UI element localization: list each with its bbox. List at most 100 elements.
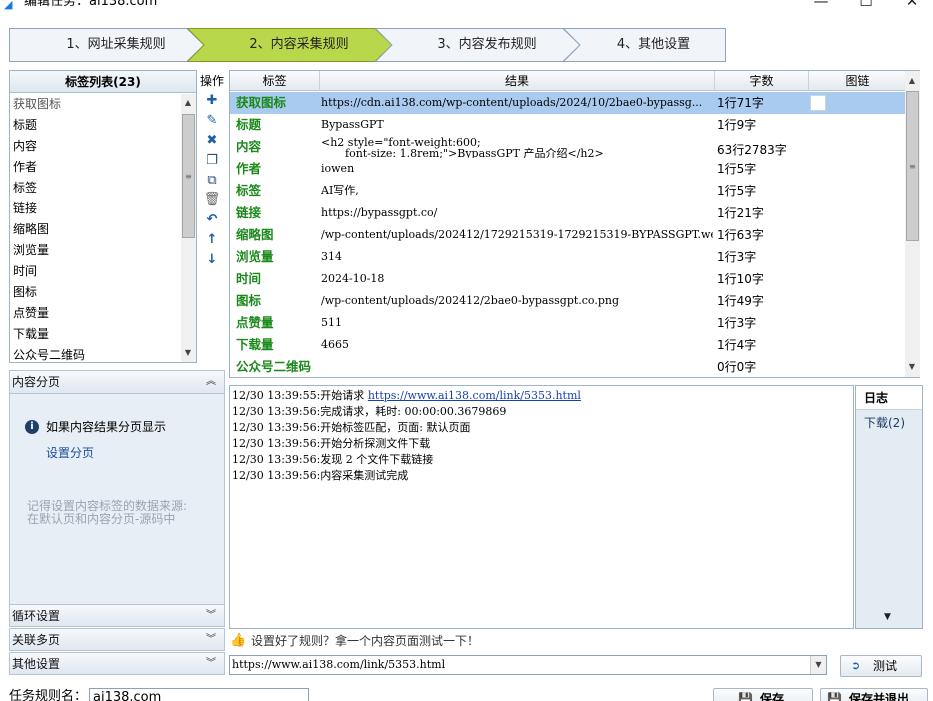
maximize-button[interactable]: ☐ xyxy=(851,0,881,10)
log-line: 12/30 13:39:56:开始标签匹配，页面: 默认页面 xyxy=(232,420,471,436)
tag-list-item[interactable]: 标题 xyxy=(12,115,180,136)
loop-settings-bar[interactable]: 循环设置 ︾ xyxy=(9,604,225,627)
tag-list-item[interactable]: 图标 xyxy=(12,282,180,303)
result-tag-cell: 缩略图 xyxy=(236,227,274,242)
log-line-text: 12/30 13:39:55:开始请求 xyxy=(232,389,368,402)
col-header-pic-link[interactable]: 图链 xyxy=(809,71,906,91)
step-tab-url-rules[interactable]: 1、网址采集规则 xyxy=(9,28,205,62)
close-button[interactable]: ✕ xyxy=(897,0,927,10)
pager-section-body: i 如果内容结果分页显示 设置分页 记得设置内容标签的数据来源: 在默认页和内容… xyxy=(9,394,225,605)
result-value-cell: https://bypassgpt.co/ xyxy=(321,206,438,219)
tab-log[interactable]: 日志 xyxy=(856,386,922,410)
log-line-text: 12/30 13:39:56:完成请求，耗时: 00:00:00.3679869 xyxy=(232,405,507,418)
test-button[interactable]: ➲ 测试 xyxy=(840,655,922,677)
tag-list-item[interactable]: 链接 xyxy=(12,198,180,219)
info-icon: i xyxy=(25,420,39,434)
tag-list-item[interactable]: 内容 xyxy=(12,136,180,157)
scroll-down-arrow-icon[interactable]: ▼ xyxy=(905,360,919,374)
operations-column: 操作 ✚ ✎ ✖ ❐ ⧉ 🗑 ↶ ↑ ↓ xyxy=(198,70,226,363)
result-count-cell: 1行49字 xyxy=(717,294,764,308)
scroll-up-arrow-icon[interactable]: ▲ xyxy=(905,74,919,88)
log-request-link[interactable]: https://www.ai138.com/link/5353.html xyxy=(368,389,581,402)
tag-list-item[interactable]: 点赞量 xyxy=(12,303,180,324)
col-header-tag[interactable]: 标签 xyxy=(230,71,320,91)
move-up-icon[interactable]: ↑ xyxy=(203,231,221,249)
result-count-cell: 1行21字 xyxy=(717,206,764,220)
loop-settings-label: 循环设置 xyxy=(12,609,61,623)
task-name-input[interactable]: ai138.com xyxy=(89,688,309,701)
result-tag-cell: 获取图标 xyxy=(236,95,287,110)
result-row[interactable]: 标题 BypassGPT 1行9字 xyxy=(230,114,906,136)
tag-list-item[interactable]: 获取图标 xyxy=(12,94,180,115)
tag-list-item[interactable]: 时间 xyxy=(12,261,180,282)
tag-list-scrollbar[interactable]: ▲ ≡ ▼ xyxy=(181,94,196,362)
tag-list-item[interactable]: 浏览量 xyxy=(12,240,180,261)
result-value-cell: /wp-content/uploads/202412/1729215319-17… xyxy=(321,228,713,241)
result-row[interactable]: 时间 2024-10-18 1行10字 xyxy=(230,268,906,290)
result-tag-cell: 图标 xyxy=(236,293,262,308)
save-button[interactable]: 💾 保存 xyxy=(713,688,813,701)
add-icon[interactable]: ✚ xyxy=(203,92,221,110)
move-down-icon[interactable]: ↓ xyxy=(203,251,221,269)
result-row[interactable]: 标签 AI写作, 1行5字 xyxy=(230,180,906,202)
result-row[interactable]: 点赞量 511 1行3字 xyxy=(230,312,906,334)
chevron-down-icon: ︾ xyxy=(206,658,216,669)
result-row[interactable]: 公众号二维码 0行0字 xyxy=(230,356,906,377)
bottom-bar: 任务规则名： ai138.com 💾 保存 💾 保存并退出 xyxy=(0,684,933,701)
result-count-cell: 1行5字 xyxy=(717,162,757,176)
chevron-down-icon[interactable]: ▼ xyxy=(810,656,826,674)
edit-icon[interactable]: ✎ xyxy=(203,112,221,130)
tab-download[interactable]: 下载(2) xyxy=(864,414,905,432)
log-line: 12/30 13:39:56:开始分析探测文件下载 xyxy=(232,436,430,452)
chevron-down-icon: ︾ xyxy=(206,610,216,621)
result-value-cell: 4665 xyxy=(321,338,349,351)
step-tab-other-settings[interactable]: 4、其他设置 xyxy=(563,28,726,62)
tag-list-item[interactable]: 标签 xyxy=(12,178,180,199)
paste-icon[interactable]: ⧉ xyxy=(203,172,221,190)
minimize-button[interactable]: — xyxy=(806,0,836,10)
col-header-result[interactable]: 结果 xyxy=(320,71,715,91)
task-name-label: 任务规则名： xyxy=(9,689,88,701)
scroll-thumb[interactable]: ≡ xyxy=(182,114,195,238)
scroll-down-arrow-icon[interactable]: ▼ xyxy=(181,346,195,360)
log-line-text: 12/30 13:39:56:发现 2 个文件下载链接 xyxy=(232,453,434,466)
result-grid-scrollbar[interactable]: ▲ ≡ ▼ xyxy=(905,71,920,377)
tag-list-item[interactable]: 公众号二维码 xyxy=(12,345,180,362)
trash-icon[interactable]: 🗑 xyxy=(203,191,221,209)
set-pager-link[interactable]: 设置分页 xyxy=(46,444,94,462)
step-tabs: 1、网址采集规则 2、内容采集规则 3、内容发布规则 4、其他设置 xyxy=(9,28,726,62)
result-row[interactable]: 下载量 4665 1行4字 xyxy=(230,334,906,356)
result-count-cell: 1行3字 xyxy=(717,316,757,330)
result-tag-cell: 浏览量 xyxy=(236,249,274,264)
result-row[interactable]: 浏览量 314 1行3字 xyxy=(230,246,906,268)
test-button-label: 测试 xyxy=(873,659,898,673)
step-tab-publish-rules[interactable]: 3、内容发布规则 xyxy=(375,28,581,62)
result-row[interactable]: 缩略图/wp-content/uploads/202412/1729215319… xyxy=(230,224,906,246)
copy-icon[interactable]: ❐ xyxy=(203,152,221,170)
result-count-cell: 0行0字 xyxy=(717,360,757,374)
result-value-cell: https://cdn.ai138.com/wp-content/uploads… xyxy=(321,96,703,109)
panel-scroll-down-icon[interactable]: ▼ xyxy=(884,612,891,622)
scroll-thumb[interactable]: ≡ xyxy=(906,91,919,241)
save-exit-button[interactable]: 💾 保存并退出 xyxy=(820,688,928,701)
related-pages-bar[interactable]: 关联多页 ︾ xyxy=(9,628,225,651)
result-row[interactable]: 内容 <h2 style="font-weight:600; font-size: … xyxy=(230,136,906,158)
delete-icon[interactable]: ✖ xyxy=(203,132,221,150)
pager-section-header[interactable]: 内容分页 ︽ xyxy=(9,370,225,394)
result-row[interactable]: 图标/wp-content/uploads/202412/2bae0-bypas… xyxy=(230,290,906,312)
test-url-input[interactable]: https://www.ai138.com/link/5353.html xyxy=(229,655,827,675)
col-header-count[interactable]: 字数 xyxy=(715,71,809,91)
undo-icon[interactable]: ↶ xyxy=(203,211,221,229)
step-tab-content-rules[interactable]: 2、内容采集规则 xyxy=(187,28,393,62)
other-settings-bar[interactable]: 其他设置 ︾ xyxy=(9,652,225,675)
result-value-cell: 511 xyxy=(321,316,342,329)
result-row[interactable]: 链接 https://bypassgpt.co/1行21字 xyxy=(230,202,906,224)
result-row[interactable]: 获取图标 https://cdn.ai138.com/wp-content/upl… xyxy=(230,92,906,114)
tag-list-item[interactable]: 缩略图 xyxy=(12,219,180,240)
tag-list-item[interactable]: 下载量 xyxy=(12,324,180,345)
result-row[interactable]: 作者 iowen 1行5字 xyxy=(230,158,906,180)
result-value-cell: AI写作, xyxy=(321,184,359,197)
step-tab-label: 3、内容发布规则 xyxy=(437,37,537,52)
tag-list-item[interactable]: 作者 xyxy=(12,157,180,178)
scroll-up-arrow-icon[interactable]: ▲ xyxy=(181,96,195,110)
